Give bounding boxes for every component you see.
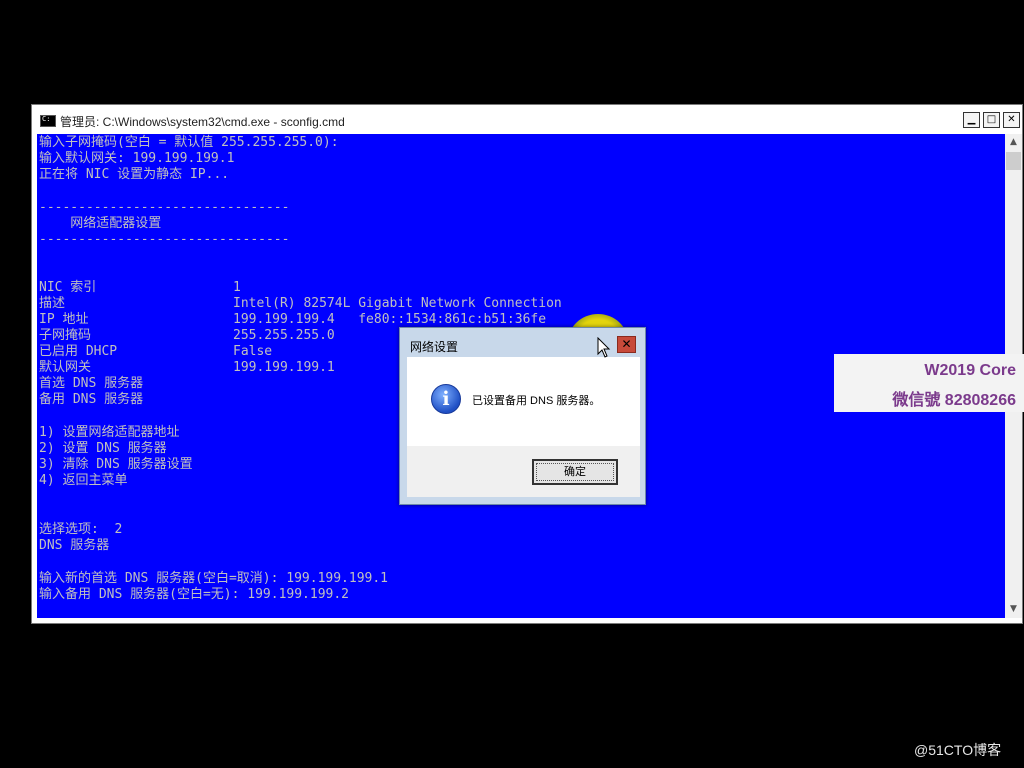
minimize-button[interactable]: ▁ [963, 112, 980, 128]
dialog-title: 网络设置 [410, 340, 459, 354]
menu-option: 4) 返回主菜单 [39, 473, 128, 488]
cmd-app-icon[interactable] [40, 115, 56, 127]
menu-option: 2) 设置 DNS 服务器 [39, 441, 167, 456]
dialog-close-button[interactable]: ✕ [617, 336, 636, 353]
setting-label: 描述 [39, 296, 66, 311]
setting-value: 199.199.199.1 [233, 360, 335, 375]
title-bar[interactable]: 管理员: C:\Windows\system32\cmd.exe - sconf… [32, 105, 1022, 134]
console-line: DNS 服务器 [39, 538, 110, 553]
scroll-up-arrow-icon[interactable]: ▲ [1005, 134, 1022, 151]
console-line: 输入子网掩码(空白 = 默认值 255.255.255.0): [39, 135, 339, 150]
console-line: 选择选项: 2 [39, 522, 123, 537]
setting-label: 已启用 DHCP [39, 344, 118, 359]
setting-label: NIC 索引 [39, 280, 97, 295]
console-line: 输入新的首选 DNS 服务器(空白=取消): 199.199.199.1 [39, 571, 389, 586]
section-heading: 网络适配器设置 [39, 216, 162, 231]
setting-value: 255.255.255.0 [233, 328, 335, 343]
menu-option: 3) 清除 DNS 服务器设置 [39, 457, 193, 472]
setting-label: IP 地址 [39, 312, 89, 327]
separator-line: -------------------------------- [39, 232, 290, 247]
setting-value: Intel(R) 82574L Gigabit Network Connecti… [233, 296, 562, 311]
setting-value: 1 [233, 280, 241, 295]
scroll-down-arrow-icon[interactable]: ▼ [1005, 601, 1022, 618]
console-line: 输入默认网关: 199.199.199.1 [39, 151, 235, 166]
badge-contact: 微信號 82808266 [892, 392, 1016, 409]
setting-value: False [233, 344, 273, 359]
mouse-pointer-icon [597, 337, 611, 358]
scroll-thumb[interactable] [1006, 152, 1021, 170]
info-icon: i [431, 384, 461, 414]
ok-button[interactable]: 确定 [532, 459, 618, 485]
setting-label: 首选 DNS 服务器 [39, 376, 144, 391]
setting-label: 备用 DNS 服务器 [39, 392, 144, 407]
setting-value: 199.199.199.4 fe80::1534:861c:b51:36fe [233, 312, 547, 327]
dialog-footer: 确定 [407, 446, 640, 497]
separator-line: -------------------------------- [39, 200, 290, 215]
dialog-body: i 已设置备用 DNS 服务器。 [407, 357, 640, 446]
close-button[interactable]: ✕ [1003, 112, 1020, 128]
setting-label: 子网掩码 [39, 328, 92, 343]
dialog-message: 已设置备用 DNS 服务器。 [472, 395, 601, 407]
console-line: 正在将 NIC 设置为静态 IP... [39, 167, 230, 182]
watermark: @51CTO博客 [914, 742, 1002, 758]
setting-label: 默认网关 [39, 360, 92, 375]
maximize-button[interactable]: □ [983, 112, 1000, 128]
console-line: 输入备用 DNS 服务器(空白=无): 199.199.199.2 [39, 587, 350, 602]
menu-option: 1) 设置网络适配器地址 [39, 425, 180, 440]
channel-badge: W2019 Core 微信號 82808266 [834, 354, 1024, 412]
window-title: 管理员: C:\Windows\system32\cmd.exe - sconf… [60, 115, 345, 129]
badge-title: W2019 Core [924, 362, 1016, 379]
